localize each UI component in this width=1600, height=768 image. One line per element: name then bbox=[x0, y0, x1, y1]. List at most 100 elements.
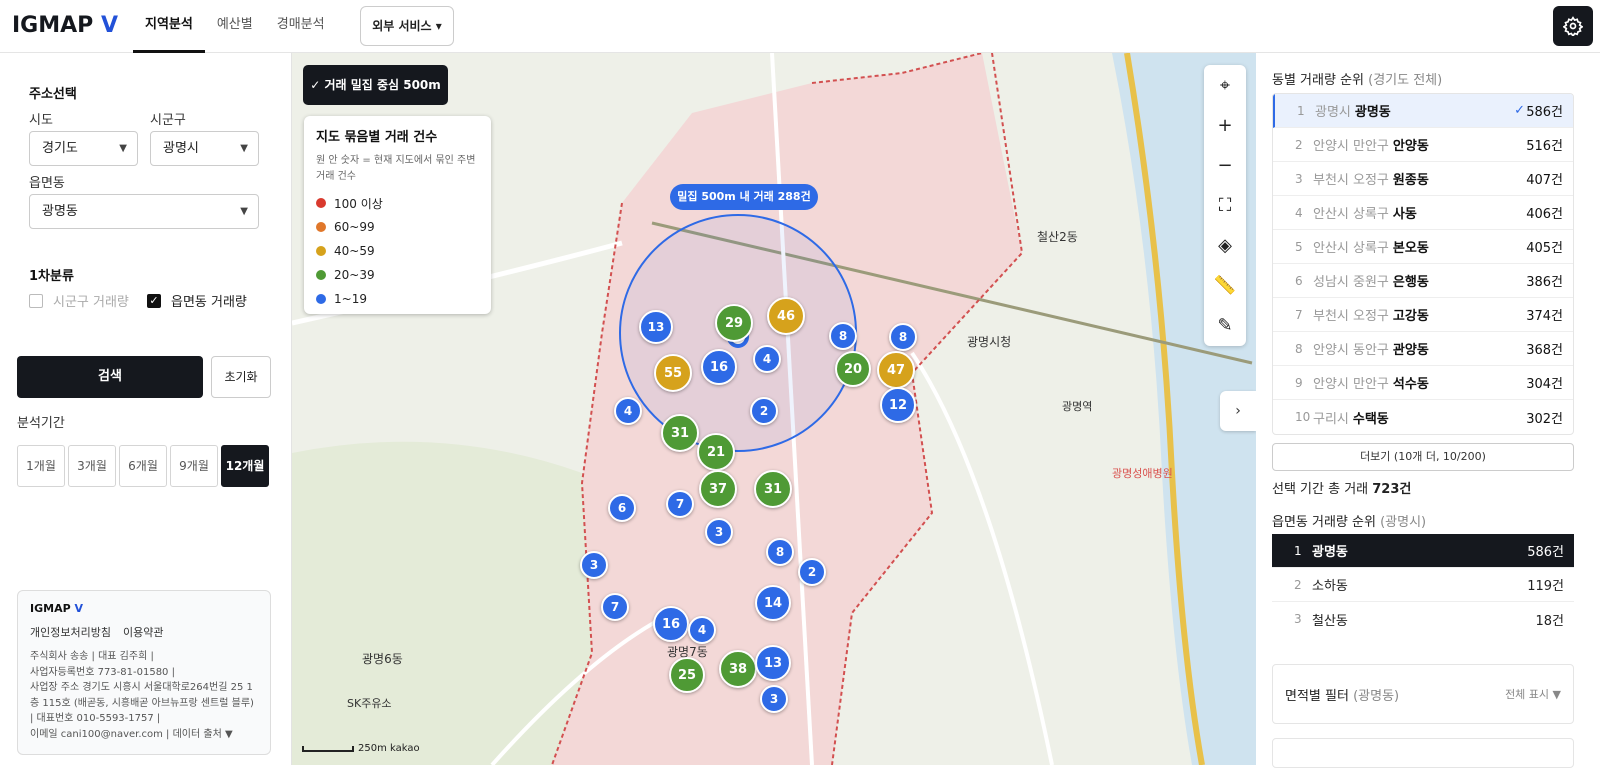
rank-title-sub: (경기도 전체) bbox=[1368, 73, 1443, 88]
legend-label: 60~99 bbox=[334, 220, 375, 234]
draw-icon[interactable]: ✎ bbox=[1204, 305, 1246, 345]
zoom-in-icon[interactable]: + bbox=[1204, 105, 1246, 145]
zoom-out-icon[interactable]: − bbox=[1204, 145, 1246, 185]
cluster-marker[interactable]: 37 bbox=[699, 470, 737, 508]
period-3m[interactable]: 3개월 bbox=[68, 445, 116, 487]
cluster-marker[interactable]: 8 bbox=[889, 323, 917, 351]
address-select-title: 주소선택 bbox=[29, 87, 77, 102]
cluster-marker[interactable]: 31 bbox=[661, 414, 699, 452]
eup-rank-row[interactable]: 3 철산동 18건 bbox=[1272, 602, 1574, 636]
rank-name: 소하동 bbox=[1312, 579, 1348, 594]
legend-item: 1~19 bbox=[316, 287, 479, 311]
locate-icon[interactable]: ⌖ bbox=[1204, 65, 1246, 105]
cluster-marker[interactable]: 20 bbox=[835, 351, 871, 387]
cluster-marker[interactable]: 4 bbox=[614, 397, 642, 425]
sido-select[interactable]: 경기도 ▼ bbox=[29, 131, 138, 166]
cluster-marker[interactable]: 16 bbox=[653, 606, 689, 642]
rank-row[interactable]: 2 안양시 만안구 안양동 516건 bbox=[1273, 128, 1573, 162]
total-summary: 선택 기간 총 거래 723건 bbox=[1272, 478, 1411, 497]
legend-desc: 원 안 숫자 = 현재 지도에서 묶인 주변 거래 건수 bbox=[316, 155, 476, 182]
cluster-marker[interactable]: 4 bbox=[753, 345, 781, 373]
checkbox-label: 읍면동 거래량 bbox=[171, 295, 247, 310]
layers-icon[interactable]: ◈ bbox=[1204, 225, 1246, 265]
footer-email[interactable]: 이메일 cani100@naver.com | 데이터 출처 ▼ bbox=[30, 727, 258, 743]
rank-row[interactable]: 10 구리시 수택동 302건 bbox=[1273, 400, 1573, 434]
rank-row[interactable]: 5 안산시 상록구 본오동 405건 bbox=[1273, 230, 1573, 264]
cluster-marker[interactable]: 29 bbox=[715, 304, 753, 342]
period-6m[interactable]: 6개월 bbox=[119, 445, 167, 487]
cluster-marker[interactable]: 12 bbox=[880, 387, 916, 423]
map-view[interactable]: 광명7동 광명6동 광명시청 철산2동 광명역 광명성애병원 SK주유소 ✓ 거… bbox=[292, 53, 1256, 765]
logo[interactable]: IGMAP V bbox=[12, 13, 118, 38]
place-label: 광명성애병원 bbox=[1112, 467, 1173, 480]
cluster-marker[interactable]: 2 bbox=[750, 397, 778, 425]
cluster-marker[interactable]: 16 bbox=[701, 349, 737, 385]
period-1m[interactable]: 1개월 bbox=[17, 445, 65, 487]
tab-budget[interactable]: 예산별 bbox=[205, 0, 265, 53]
dense-center-toggle[interactable]: ✓ 거래 밀집 중심 500m bbox=[303, 65, 448, 105]
cluster-marker[interactable]: 38 bbox=[719, 650, 757, 688]
tab-auction[interactable]: 경매분석 bbox=[265, 0, 337, 53]
settings-button[interactable] bbox=[1553, 6, 1593, 46]
rank-row[interactable]: 8 안양시 동안구 관양동 368건 bbox=[1273, 332, 1573, 366]
next-panel-card bbox=[1272, 738, 1574, 768]
reset-button[interactable]: 초기화 bbox=[211, 356, 271, 398]
tab-region-analysis[interactable]: 지역분석 bbox=[133, 0, 205, 53]
period-12m[interactable]: 12개월 bbox=[221, 445, 269, 487]
rank-count: 406건 bbox=[1526, 207, 1563, 222]
cluster-marker[interactable]: 13 bbox=[639, 310, 673, 344]
eup-select[interactable]: 광명동 ▼ bbox=[29, 194, 259, 229]
rank-row[interactable]: 6 성남시 중원구 은행동 386건 bbox=[1273, 264, 1573, 298]
terms-link[interactable]: 이용약관 bbox=[123, 626, 163, 639]
rank-row[interactable]: 9 안양시 만안구 석수동 304건 bbox=[1273, 366, 1573, 400]
legend-item: 20~39 bbox=[316, 263, 479, 287]
rank-num: 7 bbox=[1295, 307, 1303, 322]
cluster-marker[interactable]: 3 bbox=[580, 551, 608, 579]
sigungu-select[interactable]: 광명시 ▼ bbox=[150, 131, 259, 166]
search-button[interactable]: 검색 bbox=[17, 356, 203, 398]
legend-item: 100 이상 bbox=[316, 191, 479, 215]
main-nav: 지역분석 예산별 경매분석 bbox=[133, 0, 337, 53]
cluster-marker[interactable]: 8 bbox=[766, 538, 794, 566]
eup-volume-checkbox[interactable]: ✓ 읍면동 거래량 bbox=[147, 291, 247, 310]
load-more-button[interactable]: 더보기 (10개 더, 10/200) bbox=[1272, 443, 1574, 471]
rank-count: 374건 bbox=[1526, 309, 1563, 324]
period-title: 분석기간 bbox=[17, 416, 65, 431]
cluster-marker[interactable]: 3 bbox=[760, 685, 788, 713]
rank-row[interactable]: 4 안산시 상록구 사동 406건 bbox=[1273, 196, 1573, 230]
cluster-marker[interactable]: 46 bbox=[767, 297, 805, 335]
sigungu-volume-checkbox[interactable]: 시군구 거래량 bbox=[29, 291, 129, 310]
fullscreen-icon[interactable]: ⛶ bbox=[1204, 185, 1246, 225]
area-filter-dropdown[interactable]: 면적별 필터 (광명동) 전체 표시 ▼ bbox=[1272, 664, 1574, 724]
rank-row[interactable]: 7 부천시 오정구 고강동 374건 bbox=[1273, 298, 1573, 332]
cluster-marker[interactable]: 14 bbox=[755, 585, 791, 621]
rank-row[interactable]: 1 광명시 광명동 ✓ 586건 bbox=[1273, 94, 1573, 128]
cluster-marker[interactable]: 31 bbox=[754, 470, 792, 508]
cluster-marker[interactable]: 47 bbox=[877, 351, 915, 389]
cluster-marker[interactable]: 4 bbox=[688, 616, 716, 644]
cluster-marker[interactable]: 55 bbox=[654, 354, 692, 392]
cluster-marker[interactable]: 3 bbox=[705, 518, 733, 546]
sido-value: 경기도 bbox=[42, 141, 78, 156]
eup-rank-row[interactable]: 2 소하동 119건 bbox=[1272, 568, 1574, 602]
sigungu-value: 광명시 bbox=[163, 141, 199, 156]
eup-rank-row[interactable]: 1 광명동 586건 bbox=[1272, 534, 1574, 568]
external-service-dropdown[interactable]: 외부 서비스 ▾ bbox=[360, 6, 454, 46]
cluster-marker[interactable]: 2 bbox=[798, 558, 826, 586]
cluster-marker[interactable]: 21 bbox=[697, 433, 735, 471]
privacy-link[interactable]: 개인정보처리방침 bbox=[30, 626, 111, 639]
legend-dot bbox=[316, 222, 326, 232]
rank-region: 광명시 bbox=[1315, 105, 1351, 120]
cluster-marker[interactable]: 25 bbox=[669, 657, 705, 693]
cluster-marker[interactable]: 8 bbox=[829, 322, 857, 350]
cluster-marker[interactable]: 7 bbox=[666, 490, 694, 518]
cluster-marker[interactable]: 6 bbox=[608, 494, 636, 522]
cluster-marker[interactable]: 7 bbox=[601, 593, 629, 621]
period-9m[interactable]: 9개월 bbox=[170, 445, 218, 487]
ruler-icon[interactable]: 📏 bbox=[1204, 265, 1246, 305]
collapse-panel-button[interactable]: › bbox=[1220, 391, 1256, 431]
checkbox-label: 시군구 거래량 bbox=[53, 295, 129, 310]
rank-row[interactable]: 3 부천시 오정구 원종동 407건 bbox=[1273, 162, 1573, 196]
rank-count: 516건 bbox=[1526, 139, 1563, 154]
cluster-marker[interactable]: 13 bbox=[755, 645, 791, 681]
